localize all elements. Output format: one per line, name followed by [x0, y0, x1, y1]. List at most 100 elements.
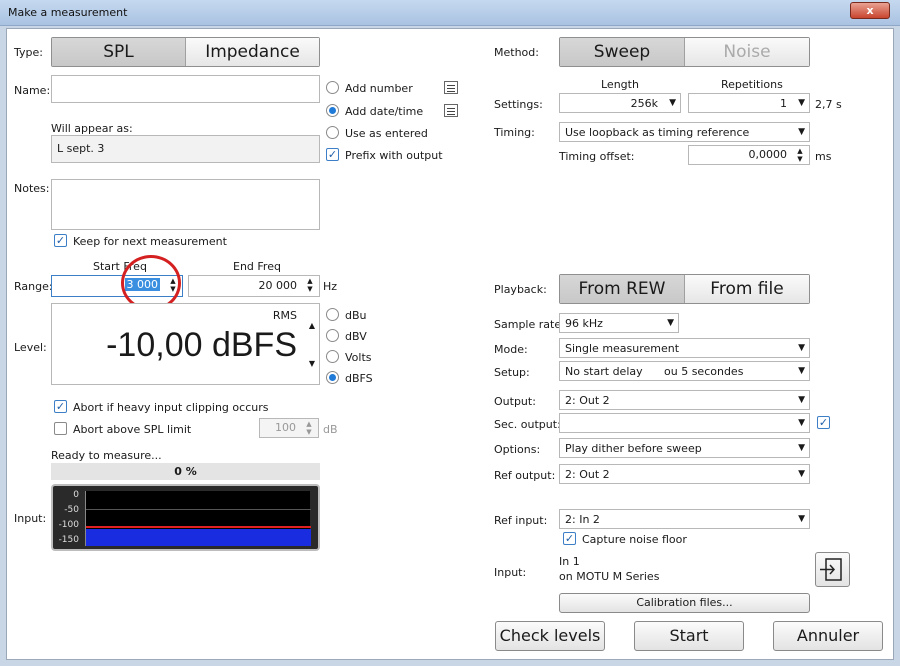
spinner-icon[interactable]: ▲ ▼: [304, 277, 316, 293]
prefix-with-output-label: Prefix with output: [345, 149, 443, 162]
capture-noise-floor-checkbox[interactable]: ✓: [563, 532, 576, 545]
output-value: 2: Out 2: [565, 394, 610, 407]
end-freq-input[interactable]: 20 000 ▲ ▼: [188, 275, 320, 297]
level-value: -10,00 dBFS: [106, 326, 297, 364]
options-value: Play dither before sweep: [565, 442, 702, 455]
input-select-button[interactable]: [815, 552, 850, 587]
chevron-down-icon: ▼: [798, 343, 805, 353]
ref-input-select[interactable]: 2: In 2 ▼: [559, 509, 810, 529]
spinner-icon[interactable]: ▲ ▼: [303, 420, 315, 436]
chevron-down-icon: ▼: [798, 418, 805, 428]
type-toggle: SPL Impedance: [51, 37, 320, 67]
spl-limit-input[interactable]: 100 ▲ ▼: [259, 418, 319, 438]
unit-dbu-label: dBu: [345, 309, 367, 322]
prefix-with-output-checkbox[interactable]: ✓: [326, 148, 339, 161]
input-device-line2: on MOTU M Series: [559, 570, 660, 583]
spinner-icon[interactable]: ▲ ▼: [794, 147, 806, 163]
length-select[interactable]: 256k ▼: [559, 93, 681, 113]
setup-select[interactable]: No start delay ou 5 secondes ▼: [559, 361, 810, 381]
playback-toggle: From REW From file: [559, 274, 810, 304]
repetitions-select[interactable]: 1 ▼: [688, 93, 810, 113]
chevron-down-icon: ▼: [798, 469, 805, 479]
ref-output-select[interactable]: 2: Out 2 ▼: [559, 464, 810, 484]
keep-notes-checkbox[interactable]: ✓: [54, 234, 67, 247]
playback-from-rew-button[interactable]: From REW: [560, 275, 685, 303]
notes-input[interactable]: [51, 179, 320, 230]
method-noise-button[interactable]: Noise: [685, 38, 809, 66]
start-button[interactable]: Start: [634, 621, 744, 651]
abort-clipping-label: Abort if heavy input clipping occurs: [73, 401, 269, 414]
sec-output-checkbox[interactable]: ✓: [817, 416, 830, 429]
setup-label: Setup:: [494, 366, 530, 379]
meter-tick: 0: [73, 490, 79, 500]
cancel-button[interactable]: Annuler: [773, 621, 883, 651]
chevron-down-icon: ▼: [798, 395, 805, 405]
range-label: Range:: [14, 280, 53, 293]
capture-noise-floor-label: Capture noise floor: [582, 533, 687, 546]
name-label: Name:: [14, 84, 51, 97]
meter-trace: [86, 526, 311, 528]
close-button[interactable]: x: [850, 2, 890, 19]
end-freq-label: End Freq: [233, 260, 281, 273]
level-up-icon[interactable]: ▲: [309, 321, 315, 330]
appear-label: Will appear as:: [51, 122, 133, 135]
meter-plot: [85, 491, 311, 546]
input-device-label: Input:: [494, 566, 527, 579]
level-display[interactable]: RMS -10,00 dBFS ▲ ▼: [51, 303, 320, 385]
add-number-radio[interactable]: [326, 81, 339, 94]
timing-offset-input[interactable]: 0,0000 ▲ ▼: [688, 145, 810, 165]
sec-output-select[interactable]: ▼: [559, 413, 810, 433]
calibration-files-button[interactable]: Calibration files...: [559, 593, 810, 613]
ref-input-value: 2: In 2: [565, 513, 600, 526]
timing-offset-unit: ms: [815, 150, 832, 163]
level-down-icon[interactable]: ▼: [309, 359, 315, 368]
list-icon[interactable]: [444, 81, 458, 94]
add-date-time-radio[interactable]: [326, 104, 339, 117]
playback-from-file-button[interactable]: From file: [685, 275, 809, 303]
method-sweep-button[interactable]: Sweep: [560, 38, 685, 66]
unit-dbv-radio[interactable]: [326, 329, 339, 342]
unit-volts-radio[interactable]: [326, 350, 339, 363]
chevron-down-icon: ▼: [798, 98, 805, 108]
login-icon: [820, 558, 842, 581]
unit-dbfs-radio[interactable]: [326, 371, 339, 384]
sample-rate-select[interactable]: 96 kHz ▼: [559, 313, 679, 333]
length-value: 256k: [630, 97, 658, 110]
sample-rate-label: Sample rate:: [494, 318, 565, 331]
timing-label: Timing:: [494, 126, 535, 139]
type-spl-button[interactable]: SPL: [52, 38, 186, 66]
options-select[interactable]: Play dither before sweep ▼: [559, 438, 810, 458]
timing-value: Use loopback as timing reference: [565, 126, 750, 139]
meter-gridline: [86, 509, 311, 510]
abort-spl-checkbox[interactable]: [54, 422, 67, 435]
rms-label: RMS: [272, 309, 297, 322]
window-title: Make a measurement: [8, 6, 128, 19]
list-icon[interactable]: [444, 104, 458, 117]
type-impedance-button[interactable]: Impedance: [186, 38, 319, 66]
hz-unit-label: Hz: [323, 280, 338, 293]
keep-notes-label: Keep for next measurement: [73, 235, 227, 248]
abort-clipping-checkbox[interactable]: ✓: [54, 400, 67, 413]
type-label: Type:: [14, 46, 43, 59]
abort-spl-label: Abort above SPL limit: [73, 423, 192, 436]
chevron-down-icon: ▼: [798, 366, 805, 376]
check-levels-button[interactable]: Check levels: [495, 621, 605, 651]
chevron-down-icon: ▼: [798, 443, 805, 453]
sec-output-label: Sec. output:: [494, 418, 561, 431]
options-label: Options:: [494, 443, 541, 456]
name-input[interactable]: [51, 75, 320, 103]
add-number-label: Add number: [345, 82, 413, 95]
setup-annotation: ou 5 secondes: [660, 365, 748, 378]
mode-select[interactable]: Single measurement ▼: [559, 338, 810, 358]
title-bar: Make a measurement x: [0, 0, 900, 26]
use-as-entered-radio[interactable]: [326, 126, 339, 139]
unit-dbu-radio[interactable]: [326, 308, 339, 321]
meter-tick: -100: [58, 520, 79, 530]
output-select[interactable]: 2: Out 2 ▼: [559, 390, 810, 410]
method-toggle: Sweep Noise: [559, 37, 810, 67]
mode-label: Mode:: [494, 343, 528, 356]
timing-select[interactable]: Use loopback as timing reference ▼: [559, 122, 810, 142]
status-text: Ready to measure...: [51, 449, 162, 462]
chevron-down-icon: ▼: [669, 98, 676, 108]
unit-dbfs-label: dBFS: [345, 372, 373, 385]
